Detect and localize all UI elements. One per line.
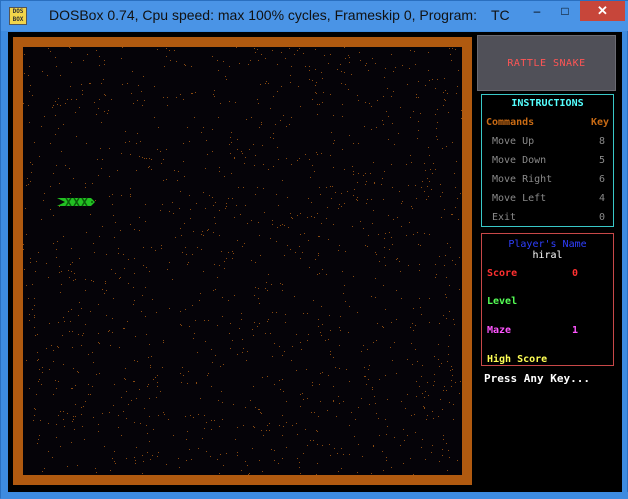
dosbox-window: DOS BOX DOSBox 0.74, Cpu speed: max 100%…	[0, 0, 628, 499]
command-label: Move Up	[492, 136, 535, 147]
player-info-panel: Player's Name hiral Score 0 Level Maze 1…	[481, 233, 614, 366]
instructions-heading: INSTRUCTIONS	[511, 98, 584, 109]
level-label: Level	[487, 296, 518, 307]
command-key: 0	[598, 212, 605, 223]
dos-screen[interactable]: RATTLE SNAKE INSTRUCTIONS Commands Key M…	[8, 32, 622, 492]
score-label: Score	[487, 268, 518, 279]
window-title: DOSBox 0.74, Cpu speed: max 100% cycles,…	[49, 7, 477, 23]
player-name-value: hiral	[532, 250, 563, 261]
close-button[interactable]: ✕	[580, 1, 625, 21]
command-row: Move Up 8	[492, 136, 605, 150]
game-playfield[interactable]	[23, 47, 462, 475]
game-playfield-border	[13, 37, 472, 485]
game-title: RATTLE SNAKE	[507, 58, 586, 69]
command-key: 6	[598, 174, 605, 185]
minimize-button[interactable]: –	[524, 1, 550, 21]
command-row: Move Left 4	[492, 193, 605, 207]
score-value: 0	[572, 268, 579, 279]
command-row: Move Right 6	[492, 174, 605, 188]
window-program-name: TC	[491, 7, 510, 23]
key-column-header: Key	[590, 117, 609, 128]
maximize-button[interactable]: □	[552, 1, 578, 21]
command-row: Exit 0	[492, 212, 605, 226]
command-key: 4	[598, 193, 605, 204]
command-key: 8	[598, 136, 605, 147]
game-title-box: RATTLE SNAKE	[477, 35, 616, 91]
instructions-panel: INSTRUCTIONS Commands Key Move Up 8 Move…	[481, 94, 614, 227]
command-label: Move Left	[492, 193, 547, 204]
command-key: 5	[598, 155, 605, 166]
command-row: Move Down 5	[492, 155, 605, 169]
dosbox-app-icon[interactable]: DOS BOX	[9, 7, 27, 25]
maze-label: Maze	[487, 325, 512, 336]
high-score-label: High Score	[487, 354, 548, 365]
title-bar[interactable]: DOS BOX DOSBox 0.74, Cpu speed: max 100%…	[1, 1, 628, 31]
command-label: Exit	[492, 212, 517, 223]
press-any-key-prompt: Press Any Key...	[484, 372, 590, 385]
commands-column-header: Commands	[486, 117, 535, 128]
maze-value: 1	[572, 325, 579, 336]
command-label: Move Down	[492, 155, 547, 166]
window-title-text: DOSBox 0.74, Cpu speed: max 100% cycles,…	[49, 7, 477, 23]
starfield-dots	[23, 47, 462, 475]
snake-sprite-icon	[57, 197, 95, 207]
command-label: Move Right	[492, 174, 553, 185]
app-icon-label: DOS BOX	[12, 8, 24, 23]
player-name-label: Player's Name	[508, 239, 587, 250]
